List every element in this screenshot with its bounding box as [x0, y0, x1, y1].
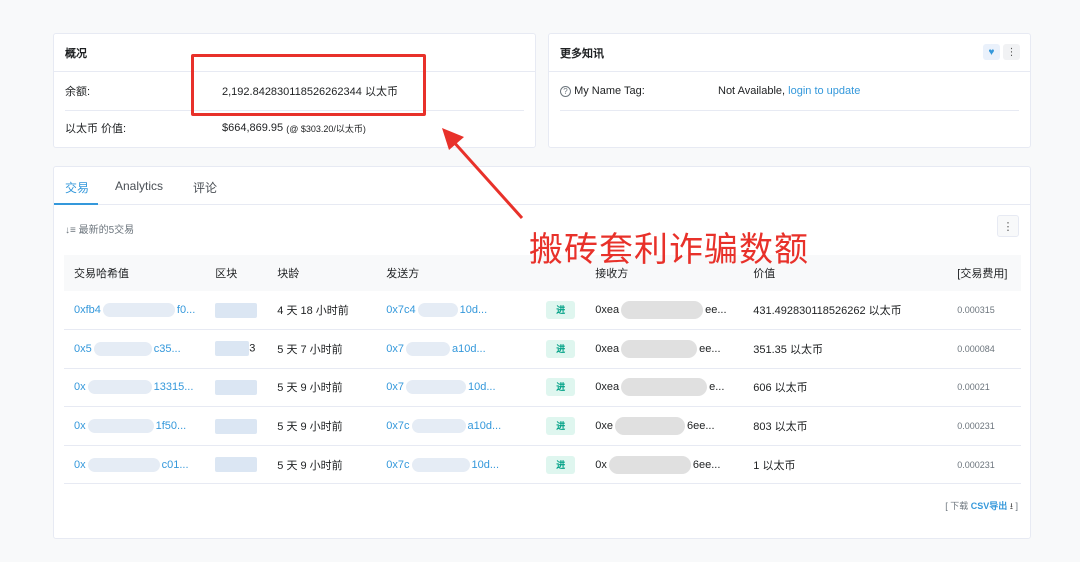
direction-cell: 进: [536, 330, 585, 369]
more-options-icon[interactable]: ⋮: [1003, 44, 1020, 60]
tab-analytics[interactable]: Analytics: [115, 179, 163, 193]
table-row: 0xfb4 f0... 4 天 18 小时前 0x7c4 10d... 进 0xea…: [64, 291, 1021, 330]
tx-value: 803 以太币: [753, 421, 808, 434]
name-tag-row: ? My Name Tag: Not Available, login to u…: [560, 81, 1019, 101]
in-badge: 进: [546, 339, 576, 358]
highlight-box: [191, 54, 426, 116]
value-rate: (@ $303.20/以太币): [286, 123, 366, 134]
sort-icon: ↓≡: [65, 225, 76, 236]
tx-value: 606 以太币: [753, 382, 808, 395]
direction-cell: 进: [536, 407, 585, 446]
name-tag-label: My Name Tag:: [574, 85, 645, 97]
in-badge: 进: [546, 301, 576, 320]
tx-value: 351.35 以太币: [753, 343, 823, 356]
from-address-link[interactable]: 0x7c a10d...: [376, 407, 536, 446]
to-address[interactable]: 0xea ee...: [585, 291, 743, 330]
tx-value: 431.492830118526262 以太币: [753, 305, 902, 318]
header-fee: [交易费用]: [957, 268, 1008, 280]
table-row: 0x 1f50... 5 天 9 小时前 0x7c a10d... 进 0xe 6ee…: [64, 407, 1021, 446]
from-address-link[interactable]: 0x7 10d...: [376, 368, 536, 407]
table-row: 0x5 c35... 3 5 天 7 小时前 0x7 a10d... 进 0xea e…: [64, 330, 1021, 369]
header-block: 区块: [215, 268, 238, 280]
tab-transactions[interactable]: 交易: [65, 179, 89, 196]
tx-age: 5 天 9 小时前: [277, 421, 343, 434]
from-address-link[interactable]: 0x7c4 10d...: [376, 291, 536, 330]
tx-age: 5 天 9 小时前: [277, 459, 343, 472]
row-divider: [560, 110, 1019, 111]
tx-hash-link[interactable]: 0xfb4 f0...: [64, 291, 205, 330]
tx-fee: 0.000084: [957, 343, 995, 354]
name-tag-value: Not Available,: [718, 85, 786, 97]
value-usd: $664,869.95: [222, 122, 284, 134]
in-badge: 进: [546, 378, 576, 397]
more-info-title: 更多知讯: [549, 34, 1030, 72]
question-icon: ?: [560, 86, 571, 97]
from-address-link[interactable]: 0x7c 10d...: [376, 445, 536, 484]
block-link[interactable]: [205, 368, 267, 407]
direction-cell: 进: [536, 368, 585, 407]
heart-icon[interactable]: ♥: [983, 44, 1000, 60]
in-badge: 进: [546, 455, 576, 474]
tx-fee: 0.000231: [957, 421, 995, 432]
latest-transactions-label: ↓≡ 最新的5交易: [65, 225, 135, 236]
tx-age: 4 天 18 小时前: [277, 305, 349, 318]
more-options-icon[interactable]: ⋮: [997, 215, 1019, 237]
value-label: 以太币 价值:: [65, 123, 127, 135]
tx-hash-link[interactable]: 0x c01...: [64, 445, 205, 484]
direction-cell: 进: [536, 291, 585, 330]
active-tab-indicator: [54, 203, 98, 205]
header-age: 块龄: [277, 268, 300, 280]
login-link[interactable]: login to update: [788, 85, 860, 97]
tx-fee: 0.00021: [957, 382, 990, 393]
in-badge: 进: [546, 417, 576, 436]
tx-age: 5 天 7 小时前: [277, 343, 343, 356]
tx-value: 1 以太币: [753, 459, 796, 472]
transactions-table: 交易哈希值 区块 块龄 发送方 接收方 价值 [交易费用] 0xfb4 f0...…: [64, 255, 1021, 484]
tx-hash-link[interactable]: 0x 13315...: [64, 368, 205, 407]
header-from: 发送方: [386, 268, 420, 280]
from-address-link[interactable]: 0x7 a10d...: [376, 330, 536, 369]
tx-age: 5 天 9 小时前: [277, 382, 343, 395]
tx-hash-link[interactable]: 0x5 c35...: [64, 330, 205, 369]
csv-export: [ 下载 CSV导出 ⭳ ]: [945, 501, 1018, 511]
block-link[interactable]: 3: [205, 330, 267, 369]
tx-fee: 0.000315: [957, 305, 995, 316]
block-link[interactable]: [205, 291, 267, 330]
csv-export-link[interactable]: CSV导出: [971, 501, 1008, 511]
value-row: 以太币 价值: $664,869.95 (@ $303.20/以太币): [65, 118, 524, 138]
annotation-text: 搬砖套利诈骗数额: [529, 230, 809, 270]
table-row: 0x c01... 5 天 9 小时前 0x7c 10d... 进 0x 6ee...…: [64, 445, 1021, 484]
block-link[interactable]: [205, 407, 267, 446]
to-address[interactable]: 0xea ee...: [585, 330, 743, 369]
block-link[interactable]: [205, 445, 267, 484]
tab-bar: 交易 Analytics 评论: [54, 167, 1030, 205]
header-tx-hash: 交易哈希值: [74, 268, 129, 280]
to-address[interactable]: 0x 6ee...: [585, 445, 743, 484]
tab-comments[interactable]: 评论: [193, 179, 217, 196]
table-row: 0x 13315... 5 天 9 小时前 0x7 10d... 进 0xea e..…: [64, 368, 1021, 407]
tx-hash-link[interactable]: 0x 1f50...: [64, 407, 205, 446]
download-icon: ⭳: [1009, 501, 1013, 511]
to-address[interactable]: 0xea e...: [585, 368, 743, 407]
more-info-card: 更多知讯 ♥ ⋮ ? My Name Tag: Not Available, l…: [548, 33, 1031, 148]
tx-fee: 0.000231: [957, 459, 995, 470]
direction-cell: 进: [536, 445, 585, 484]
to-address[interactable]: 0xe 6ee...: [585, 407, 743, 446]
